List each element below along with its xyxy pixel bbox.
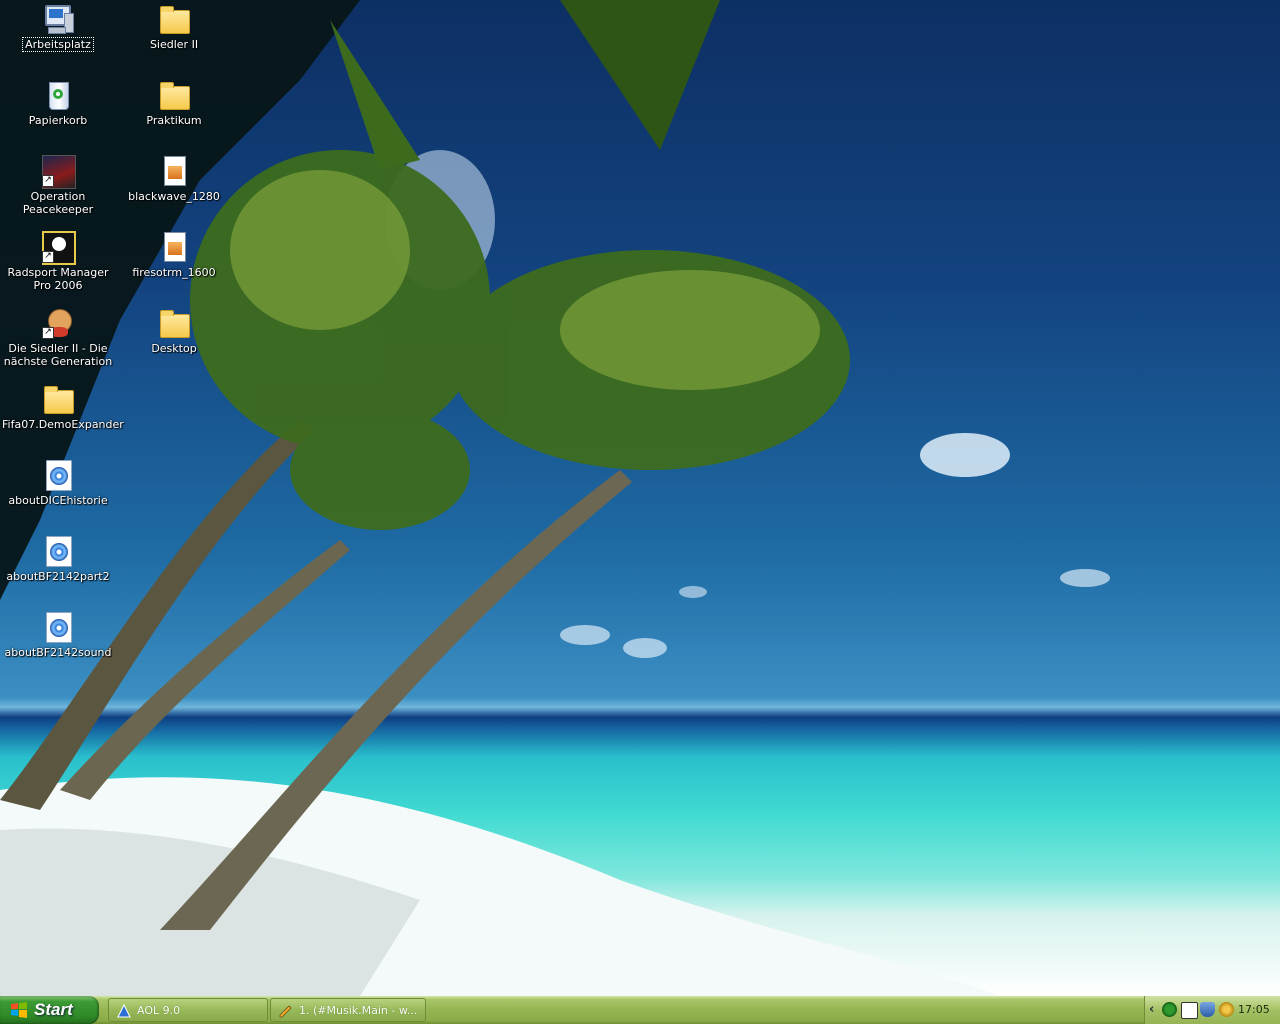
game-shortcut-icon: ↗	[42, 155, 76, 189]
desktop-icon-desktop-folder[interactable]: Desktop	[116, 307, 232, 355]
image-file-icon	[158, 231, 190, 263]
start-label: Start	[34, 1000, 73, 1019]
media-file-icon	[42, 459, 74, 491]
desktop-icon-label: blackwave_1280	[128, 190, 220, 203]
folder-icon	[158, 307, 190, 339]
aol-icon	[117, 1004, 131, 1018]
desktop-icon-label: Fifa07.DemoExpander	[2, 418, 124, 431]
shortcut-arrow-icon: ↗	[42, 327, 54, 339]
taskbar-button-aol[interactable]: AOL 9.0	[108, 998, 268, 1022]
desktop-icon-arbeitsplatz[interactable]: Arbeitsplatz	[0, 3, 116, 52]
image-file-icon	[158, 155, 190, 187]
globe-icon[interactable]	[1219, 1002, 1234, 1017]
windows-flag-icon	[11, 1002, 27, 1018]
desktop-icon-label: Desktop	[151, 342, 197, 355]
shield-icon[interactable]	[1200, 1002, 1215, 1017]
settlers-game-shortcut-icon: ↗	[42, 307, 74, 339]
desktop-icon-fifa07[interactable]: Fifa07.DemoExpander	[0, 383, 124, 431]
cycling-game-shortcut-icon: ↗	[42, 231, 76, 265]
folder-icon	[42, 383, 74, 415]
desktop-icon-blackwave[interactable]: blackwave_1280	[116, 155, 232, 203]
task-label: AOL 9.0	[137, 1004, 181, 1017]
desktop-icon-firestorm[interactable]: firesotrm_1600	[116, 231, 232, 279]
desktop-icon-label: aboutBF2142part2	[6, 570, 110, 583]
desktop-icon-label: aboutBF2142sound	[4, 646, 112, 659]
task-label: 1. (#Musik.Main - w...	[299, 1004, 418, 1017]
desktop-icon-siedler-ii[interactable]: Siedler II	[116, 3, 232, 51]
tray-expand-icon[interactable]: ‹	[1149, 1002, 1154, 1017]
my-computer-icon	[42, 3, 74, 35]
pencil-chat-icon	[279, 1005, 292, 1018]
desktop-icon-label: Die Siedler II - Die nächste Generation	[3, 342, 113, 368]
recycle-bin-icon	[42, 79, 74, 111]
desktop-icon-label: Siedler II	[149, 38, 199, 51]
desktop-icon-label: Papierkorb	[28, 114, 88, 127]
desktop-icon-siedler-ng[interactable]: ↗ Die Siedler II - Die nächste Generatio…	[0, 307, 116, 368]
desktop-icon-praktikum[interactable]: Praktikum	[116, 79, 232, 127]
monitor-icon[interactable]	[1181, 1002, 1198, 1019]
desktop-icon-operation-peacekeeper[interactable]: ↗ Operation Peacekeeper	[0, 155, 116, 216]
desktop-icon-aboutbf2142part2[interactable]: aboutBF2142part2	[0, 535, 116, 583]
folder-icon	[158, 79, 190, 111]
desktop-icon-label: firesotrm_1600	[132, 266, 216, 279]
desktop-icon-radsport-manager[interactable]: ↗ Radsport Manager Pro 2006	[0, 231, 116, 292]
start-button[interactable]: Start	[0, 996, 99, 1024]
shortcut-arrow-icon: ↗	[42, 251, 54, 263]
media-file-icon	[42, 535, 74, 567]
desktop-icon-label: Radsport Manager Pro 2006	[7, 266, 109, 292]
clock[interactable]: 17:05	[1238, 1003, 1270, 1016]
desktop-icon-aboutbf2142sound[interactable]: aboutBF2142sound	[0, 611, 116, 659]
desktop-wallpaper	[0, 0, 1280, 996]
taskbar-button-chat[interactable]: 1. (#Musik.Main - w...	[270, 998, 426, 1022]
desktop-icon-label: Arbeitsplatz	[22, 37, 94, 52]
media-file-icon	[42, 611, 74, 643]
desktop-icon-label: aboutDICEhistorie	[8, 494, 108, 507]
taskbar: Start AOL 9.0 1. (#Musik.Main - w... ‹ 1…	[0, 996, 1280, 1024]
folder-icon	[158, 3, 190, 35]
desktop-icon-label: Operation Peacekeeper	[22, 190, 94, 216]
desktop-icon-papierkorb[interactable]: Papierkorb	[0, 79, 116, 127]
shortcut-arrow-icon: ↗	[42, 175, 54, 187]
desktop-icon-aboutdicehistorie[interactable]: aboutDICEhistorie	[0, 459, 116, 507]
beach-scene	[0, 0, 1110, 996]
network-icon[interactable]	[1162, 1002, 1177, 1017]
desktop-icon-label: Praktikum	[146, 114, 202, 127]
